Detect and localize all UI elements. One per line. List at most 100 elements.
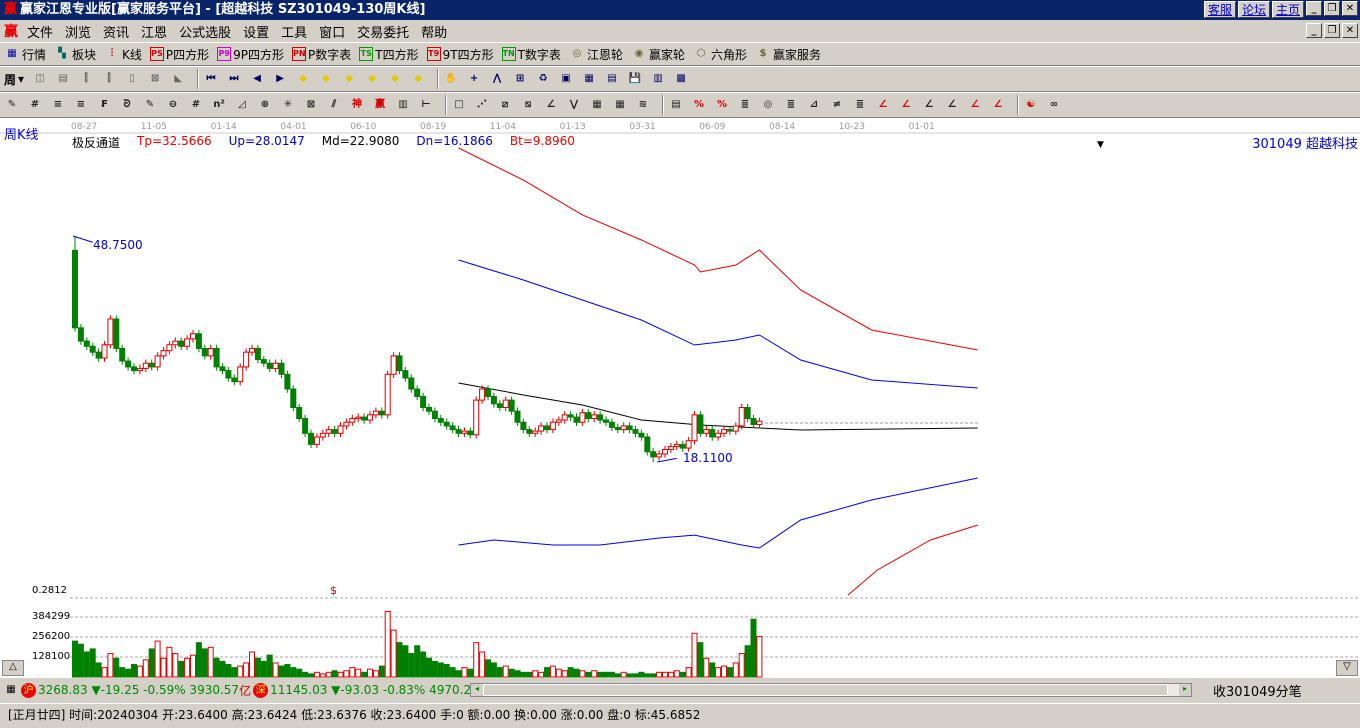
chart-tool-4-icon[interactable]: ▯ bbox=[124, 71, 140, 87]
period-select[interactable]: 周 ▾ bbox=[4, 71, 24, 88]
draw-tool-9-icon[interactable]: n² bbox=[211, 97, 227, 113]
draw-tool-39-icon[interactable]: ∠ bbox=[921, 97, 937, 113]
draw-tool-44-icon[interactable]: ∞ bbox=[1046, 97, 1062, 113]
toolbar-pn-button[interactable]: PN P数字表 bbox=[292, 46, 351, 63]
scroll-down-button[interactable]: ▽ bbox=[1336, 660, 1358, 676]
chart-tool-19-icon[interactable]: ✋ bbox=[443, 71, 459, 87]
child-minimize-button[interactable]: _ bbox=[1306, 23, 1322, 38]
draw-tool-41-icon[interactable]: ∠ bbox=[967, 97, 983, 113]
close-button[interactable]: ✕ bbox=[1342, 1, 1358, 16]
draw-tool-26-icon[interactable]: ▦ bbox=[612, 97, 628, 113]
chart-tool-2-icon[interactable]: ⫿ bbox=[78, 71, 94, 87]
chart-tool-1-icon[interactable]: ▤ bbox=[55, 71, 71, 87]
chart-tool-9-icon[interactable]: ⏭ bbox=[226, 71, 242, 87]
chart-tool-29-icon[interactable]: ▩ bbox=[673, 71, 689, 87]
toolbar-wheel-button[interactable]: ◎ 江恩轮 bbox=[569, 46, 623, 63]
draw-tool-16-icon[interactable]: 赢 bbox=[372, 97, 388, 113]
draw-tool-15-icon[interactable]: 神 bbox=[349, 97, 365, 113]
draw-tool-8-icon[interactable]: # bbox=[188, 97, 204, 113]
toolbar-tn-button[interactable]: TN T数字表 bbox=[501, 46, 561, 63]
chart-tool-3-icon[interactable]: ⫿ bbox=[101, 71, 117, 87]
menu-gann[interactable]: 江恩 bbox=[135, 22, 173, 41]
draw-tool-38-icon[interactable]: ∠ bbox=[898, 97, 914, 113]
toolbar-hexagon-button[interactable]: ⬡ 六角形 bbox=[693, 46, 747, 63]
toolbar-ts-button[interactable]: TS T四方形 bbox=[359, 46, 419, 63]
draw-tool-27-icon[interactable]: ≋ bbox=[635, 97, 651, 113]
menu-trade[interactable]: 交易委托 bbox=[351, 22, 415, 41]
chart-tool-23-icon[interactable]: ♻ bbox=[535, 71, 551, 87]
toolbar-ps-button[interactable]: PS P四方形 bbox=[149, 46, 209, 63]
homepage-link[interactable]: 主页 bbox=[1271, 1, 1304, 18]
menu-window[interactable]: 窗口 bbox=[313, 22, 351, 41]
chart-tool-5-icon[interactable]: ⊠ bbox=[147, 71, 163, 87]
calculator-icon[interactable]: ▦ bbox=[3, 682, 19, 698]
draw-tool-30-icon[interactable]: % bbox=[714, 97, 730, 113]
chart-tool-26-icon[interactable]: ▤ bbox=[604, 71, 620, 87]
draw-tool-18-icon[interactable]: ⊢ bbox=[418, 97, 434, 113]
tick-detail-label[interactable]: 收301049分笔 bbox=[1213, 681, 1302, 700]
toolbar-blocks-button[interactable]: ▚ 板块 bbox=[54, 46, 96, 63]
kline-chart[interactable]: 08-27 11-05 01-14 04-01 06-10 08-19 11-04 01-13… bbox=[0, 118, 1360, 678]
draw-tool-22-icon[interactable]: ⧅ bbox=[520, 97, 536, 113]
chart-tool-8-icon[interactable]: ⏮ bbox=[203, 71, 219, 87]
draw-tool-23-icon[interactable]: ∠ bbox=[543, 97, 559, 113]
chart-tool-28-icon[interactable]: ▥ bbox=[650, 71, 666, 87]
chart-tool-6-icon[interactable]: ◣ bbox=[170, 71, 186, 87]
toolbar-t9-button[interactable]: T9 9T四方形 bbox=[426, 46, 494, 63]
draw-tool-20-icon[interactable]: ⋰ bbox=[474, 97, 490, 113]
scroll-up-button[interactable]: △ bbox=[2, 660, 24, 676]
menu-tools[interactable]: 工具 bbox=[275, 22, 313, 41]
draw-tool-37-icon[interactable]: ∠ bbox=[875, 97, 891, 113]
child-close-button[interactable]: ✕ bbox=[1342, 23, 1358, 38]
draw-tool-43-icon[interactable]: ☯ bbox=[1023, 97, 1039, 113]
draw-tool-1-icon[interactable]: # bbox=[27, 97, 43, 113]
chart-tool-11-icon[interactable]: ▶ bbox=[272, 71, 288, 87]
restore-button[interactable]: ❐ bbox=[1324, 1, 1340, 16]
toolbar-dollar-button[interactable]: $ 赢家服务 bbox=[755, 46, 822, 63]
menu-formula[interactable]: 公式选股 bbox=[173, 22, 237, 41]
minimize-button[interactable]: _ bbox=[1306, 1, 1322, 16]
chart-tool-16-icon[interactable]: ◆ bbox=[387, 71, 403, 87]
chart-tool-13-icon[interactable]: ◆ bbox=[318, 71, 334, 87]
draw-tool-17-icon[interactable]: ▥ bbox=[395, 97, 411, 113]
chart-tool-14-icon[interactable]: ◆ bbox=[341, 71, 357, 87]
draw-tool-5-icon[interactable]: ᘐ bbox=[119, 97, 135, 113]
draw-tool-13-icon[interactable]: ⊠ bbox=[303, 97, 319, 113]
draw-tool-35-icon[interactable]: ≠ bbox=[829, 97, 845, 113]
draw-tool-10-icon[interactable]: ◿ bbox=[234, 97, 250, 113]
chart-tool-22-icon[interactable]: ⊞ bbox=[512, 71, 528, 87]
draw-tool-31-icon[interactable]: ≣ bbox=[737, 97, 753, 113]
forum-link[interactable]: 论坛 bbox=[1237, 1, 1270, 18]
menu-help[interactable]: 帮助 bbox=[415, 22, 453, 41]
menu-settings[interactable]: 设置 bbox=[237, 22, 275, 41]
menu-browse[interactable]: 浏览 bbox=[59, 22, 97, 41]
draw-tool-32-icon[interactable]: ◎ bbox=[760, 97, 776, 113]
chart-tool-27-icon[interactable]: 💾 bbox=[627, 71, 643, 87]
draw-tool-6-icon[interactable]: ✎ bbox=[142, 97, 158, 113]
chart-tool-10-icon[interactable]: ◀ bbox=[249, 71, 265, 87]
draw-tool-3-icon[interactable]: ≡ bbox=[73, 97, 89, 113]
chart-tool-21-icon[interactable]: ⋀ bbox=[489, 71, 505, 87]
chart-tool-12-icon[interactable]: ◆ bbox=[295, 71, 311, 87]
draw-tool-29-icon[interactable]: % bbox=[691, 97, 707, 113]
scroll-left-button[interactable]: ◂ bbox=[471, 684, 483, 696]
chart-tool-25-icon[interactable]: ▦ bbox=[581, 71, 597, 87]
draw-tool-34-icon[interactable]: ⊿ bbox=[806, 97, 822, 113]
draw-tool-11-icon[interactable]: ⊕ bbox=[257, 97, 273, 113]
customer-service-link[interactable]: 客服 bbox=[1203, 1, 1236, 18]
child-restore-button[interactable]: ❐ bbox=[1324, 23, 1340, 38]
chart-tool-20-icon[interactable]: + bbox=[466, 71, 482, 87]
scroll-right-button[interactable]: ▸ bbox=[1179, 684, 1191, 696]
toolbar-grid-button[interactable]: ▦ 行情 bbox=[4, 46, 46, 63]
dropdown-arrow-icon[interactable]: ▼ bbox=[1097, 140, 1104, 150]
draw-tool-24-icon[interactable]: ⋁ bbox=[566, 97, 582, 113]
draw-tool-2-icon[interactable]: ≡ bbox=[50, 97, 66, 113]
draw-tool-40-icon[interactable]: ∠ bbox=[944, 97, 960, 113]
draw-tool-28-icon[interactable]: ▤ bbox=[668, 97, 684, 113]
draw-tool-12-icon[interactable]: ✳ bbox=[280, 97, 296, 113]
menu-file[interactable]: 文件 bbox=[21, 22, 59, 41]
chart-tool-24-icon[interactable]: ▣ bbox=[558, 71, 574, 87]
draw-tool-4-icon[interactable]: ₣ bbox=[96, 97, 112, 113]
scroll-thumb[interactable] bbox=[483, 684, 1168, 696]
toolbar-p9-button[interactable]: P9 9P四方形 bbox=[217, 46, 284, 63]
